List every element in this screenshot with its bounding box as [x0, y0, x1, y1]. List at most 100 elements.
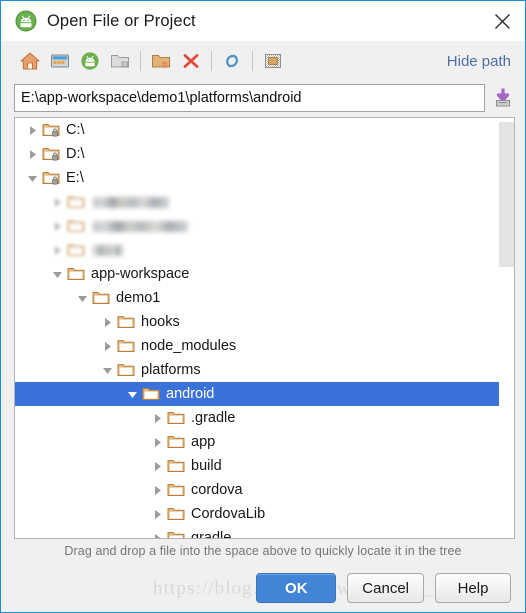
android-studio-icon: [15, 10, 37, 32]
chevron-right-icon[interactable]: [98, 334, 116, 358]
folder-icon: [166, 406, 186, 430]
ok-button[interactable]: OK: [256, 573, 337, 603]
chevron-right-icon[interactable]: [148, 526, 166, 538]
toolbar: Hide path: [1, 41, 525, 81]
tree-row-label: .gradle: [191, 410, 236, 426]
tree-row-label: build: [191, 458, 222, 474]
toolbar-separator: [252, 51, 253, 71]
refresh-icon[interactable]: [217, 46, 247, 76]
folder-plain-icon[interactable]: [105, 46, 135, 76]
folder-icon: [166, 478, 186, 502]
tree-row[interactable]: build: [15, 454, 514, 478]
tree-row-label: app: [191, 434, 216, 450]
tree-row[interactable]: E:\: [15, 166, 514, 190]
folder-icon: [91, 286, 111, 310]
help-button[interactable]: Help: [435, 573, 511, 603]
desktop-icon[interactable]: [45, 46, 75, 76]
tree-row-label: demo1: [116, 290, 161, 306]
tree-row[interactable]: android: [15, 382, 514, 406]
toolbar-separator: [211, 51, 212, 71]
chevron-down-icon[interactable]: [98, 358, 116, 382]
chevron-right-icon[interactable]: [148, 478, 166, 502]
tree-row-label: platforms: [141, 362, 201, 378]
chevron-right-icon[interactable]: [148, 502, 166, 526]
tree-row[interactable]: node_modules: [15, 334, 514, 358]
tree-row[interactable]: cordova: [15, 478, 514, 502]
tree-row-label: android: [166, 386, 215, 402]
tree-row[interactable]: [15, 214, 514, 238]
chevron-right-icon[interactable]: [48, 214, 66, 238]
tree-row-label: node_modules: [141, 338, 237, 354]
chevron-right-icon[interactable]: [48, 190, 66, 214]
tree-row[interactable]: app: [15, 430, 514, 454]
tree-scrollbar[interactable]: [499, 118, 514, 538]
dialog-buttons: OK Cancel Help: [1, 573, 525, 603]
chevron-right-icon[interactable]: [148, 430, 166, 454]
tree-row-label: C:\: [66, 122, 85, 138]
folder-icon: [66, 190, 86, 214]
tree-row-label: E:\: [66, 170, 84, 186]
tree-row-label: gradle: [191, 530, 232, 539]
folder-locked-icon: [41, 118, 61, 142]
folder-icon: [166, 526, 186, 538]
drag-drop-hint: Drag and drop a file into the space abov…: [64, 544, 462, 558]
folder-icon: [116, 334, 136, 358]
redacted-label: [93, 220, 188, 232]
tree-scrollbar-thumb[interactable]: [499, 122, 514, 267]
home-icon[interactable]: [15, 46, 45, 76]
open-file-dialog: Open File or Project Hide path E:\app-wo…: [0, 0, 526, 613]
path-input[interactable]: E:\app-workspace\demo1\platforms\android: [14, 84, 485, 112]
chevron-right-icon[interactable]: [148, 454, 166, 478]
tree-row[interactable]: [15, 190, 514, 214]
chevron-down-icon[interactable]: [123, 382, 141, 406]
redacted-label: [93, 244, 123, 256]
redacted-label: [93, 196, 169, 208]
tree-row[interactable]: gradle: [15, 526, 514, 539]
chevron-right-icon[interactable]: [48, 238, 66, 262]
download-arrow-icon[interactable]: [491, 85, 515, 111]
folder-icon: [166, 454, 186, 478]
folder-icon: [116, 358, 136, 382]
cancel-button[interactable]: Cancel: [347, 573, 424, 603]
delete-icon[interactable]: [176, 46, 206, 76]
chevron-down-icon[interactable]: [23, 166, 41, 190]
tree-row-label: cordova: [191, 482, 243, 498]
tree-row[interactable]: hooks: [15, 310, 514, 334]
android-project-icon[interactable]: [75, 46, 105, 76]
chevron-down-icon[interactable]: [48, 262, 66, 286]
toolbar-separator: [140, 51, 141, 71]
chevron-right-icon[interactable]: [98, 310, 116, 334]
tree-row[interactable]: app-workspace: [15, 262, 514, 286]
folder-icon: [66, 262, 86, 286]
chevron-right-icon[interactable]: [23, 118, 41, 142]
folder-icon: [66, 214, 86, 238]
chevron-right-icon[interactable]: [23, 142, 41, 166]
folder-icon: [141, 382, 161, 406]
tree-row[interactable]: [15, 238, 514, 262]
file-tree[interactable]: C:\ D:\ E:\ app-workspace demo1 hooks node_mod…: [14, 117, 515, 539]
tree-row[interactable]: demo1: [15, 286, 514, 310]
page-title: Open File or Project: [47, 11, 196, 30]
folder-icon: [66, 238, 86, 262]
folder-icon: [166, 430, 186, 454]
chevron-right-icon[interactable]: [148, 406, 166, 430]
new-folder-icon[interactable]: [146, 46, 176, 76]
show-hidden-icon[interactable]: [258, 46, 288, 76]
hide-path-link[interactable]: Hide path: [447, 53, 513, 70]
chevron-down-icon[interactable]: [73, 286, 91, 310]
tree-row[interactable]: platforms: [15, 358, 514, 382]
tree-row-label: CordovaLib: [191, 506, 266, 522]
tree-row-label: D:\: [66, 146, 85, 162]
tree-row[interactable]: C:\: [15, 118, 514, 142]
path-row: E:\app-workspace\demo1\platforms\android: [1, 81, 525, 115]
tree-row[interactable]: D:\: [15, 142, 514, 166]
tree-row-label: app-workspace: [91, 266, 190, 282]
tree-row[interactable]: CordovaLib: [15, 502, 514, 526]
folder-locked-icon: [41, 166, 61, 190]
tree-row[interactable]: .gradle: [15, 406, 514, 430]
close-icon[interactable]: [479, 1, 525, 41]
folder-icon: [166, 502, 186, 526]
title-bar: Open File or Project: [1, 1, 525, 41]
folder-icon: [116, 310, 136, 334]
folder-locked-icon: [41, 142, 61, 166]
